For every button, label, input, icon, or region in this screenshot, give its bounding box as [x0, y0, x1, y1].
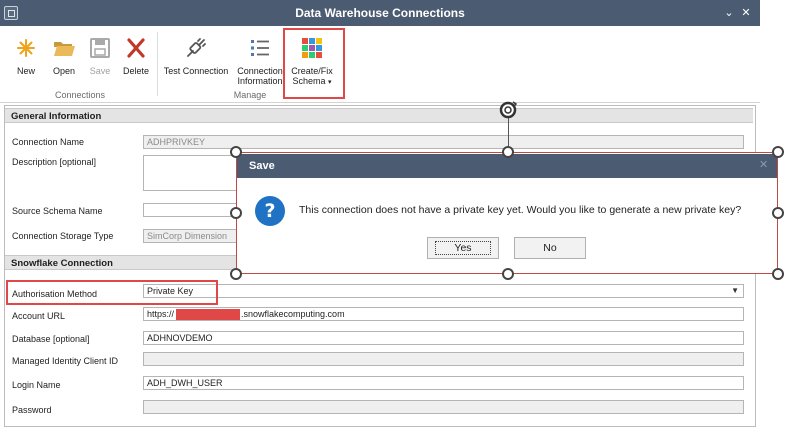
connection-name-label: Connection Name — [12, 137, 85, 147]
folder-icon — [54, 42, 75, 56]
list-icon — [251, 40, 269, 56]
test-connection-label: Test Connection — [163, 66, 229, 76]
group-label-connections: Connections — [54, 90, 106, 100]
plug-icon — [187, 38, 206, 57]
ribbon-separator — [157, 32, 158, 96]
resize-handle[interactable] — [502, 146, 514, 158]
password-label: Password — [12, 405, 52, 415]
resize-handle[interactable] — [230, 146, 242, 158]
open-button[interactable]: Open — [46, 32, 82, 88]
yes-label: Yes — [435, 241, 491, 255]
rotate-handle-icon[interactable] — [497, 99, 519, 121]
general-information-header: General Information — [5, 108, 753, 123]
redacted-block — [176, 309, 241, 321]
connection-information-button[interactable]: Connection Information — [234, 32, 286, 88]
no-button[interactable]: No — [514, 237, 586, 259]
new-button[interactable]: New — [8, 32, 44, 88]
description-label: Description [optional] — [12, 157, 97, 167]
account-url-label: Account URL — [12, 311, 66, 321]
question-icon: ? — [255, 196, 285, 226]
connection-information-line1: Connection — [237, 66, 283, 76]
account-url-field[interactable]: https:// .snowflakecomputing.com — [143, 307, 744, 321]
resize-handle[interactable] — [772, 207, 784, 219]
password-field[interactable] — [143, 400, 744, 414]
source-schema-label: Source Schema Name — [12, 206, 103, 216]
yes-button[interactable]: Yes — [427, 237, 499, 259]
login-name-label: Login Name — [12, 380, 61, 390]
resize-handle[interactable] — [230, 207, 242, 219]
minimize-button[interactable]: ⌄ — [722, 6, 736, 20]
close-window-button[interactable]: ✕ — [739, 6, 753, 20]
authorisation-method-select[interactable]: Private Key ▼ — [143, 284, 744, 298]
delete-button[interactable]: Delete — [118, 32, 154, 88]
database-field[interactable]: ADHNOVDEMO — [143, 331, 744, 345]
login-name-field[interactable]: ADH_DWH_USER — [143, 376, 744, 390]
test-connection-button[interactable]: Test Connection — [160, 32, 232, 88]
managed-identity-field[interactable] — [143, 352, 744, 366]
delete-icon — [127, 38, 145, 58]
database-label: Database [optional] — [12, 334, 90, 344]
auth-highlight-box — [6, 280, 218, 305]
connection-information-line2: Information — [237, 76, 283, 86]
dialog-close-button[interactable]: ✕ — [759, 158, 768, 171]
open-label: Open — [52, 66, 76, 76]
managed-identity-label: Managed Identity Client ID — [12, 356, 119, 366]
resize-handle[interactable] — [772, 268, 784, 280]
save-icon — [90, 38, 110, 58]
account-url-prefix: https:// — [147, 309, 175, 319]
schema-highlight-box — [283, 28, 345, 99]
group-label-manage: Manage — [233, 90, 267, 100]
storage-type-label: Connection Storage Type — [12, 231, 114, 241]
account-url-suffix: .snowflakecomputing.com — [241, 309, 345, 319]
new-label: New — [16, 66, 35, 76]
save-label: Save — [89, 66, 111, 76]
dialog-message: This connection does not have a private … — [299, 204, 742, 216]
window-title: Data Warehouse Connections — [295, 6, 465, 20]
connection-information-label: Connection Information — [234, 66, 286, 86]
resize-handle[interactable] — [502, 268, 514, 280]
resize-handle[interactable] — [230, 268, 242, 280]
save-button[interactable]: Save — [83, 32, 117, 88]
new-icon — [17, 39, 35, 57]
delete-label: Delete — [122, 66, 149, 76]
resize-handle[interactable] — [772, 146, 784, 158]
chevron-down-icon: ▼ — [731, 286, 739, 295]
